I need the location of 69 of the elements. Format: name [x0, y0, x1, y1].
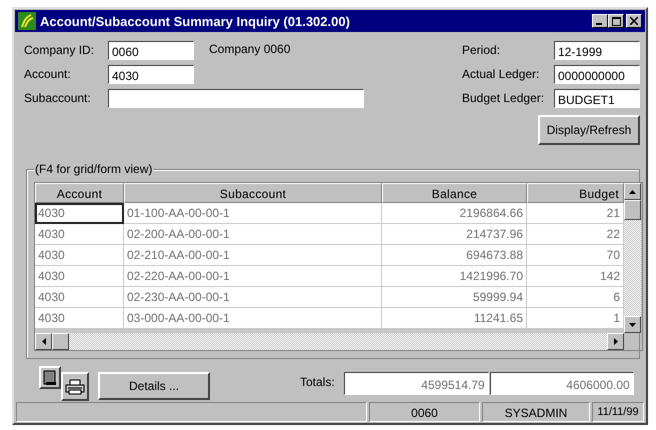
input-field[interactable]: 0000000000	[554, 65, 640, 84]
table-cell[interactable]: 4030	[35, 308, 124, 329]
field-label: Actual Ledger:	[462, 66, 540, 81]
app-icon	[18, 12, 36, 30]
details-button[interactable]: Details ...	[98, 372, 210, 400]
table-cell[interactable]: 01-100-AA-00-00-1	[124, 203, 382, 224]
group-label: (F4 for grid/form view)	[34, 162, 154, 176]
table-cell[interactable]: 11241.65	[382, 308, 527, 329]
close-icon	[630, 17, 638, 25]
field-label: Subaccount:	[24, 90, 92, 105]
input-field[interactable]: 4030	[108, 65, 194, 84]
printer-icon	[65, 378, 85, 394]
table-cell[interactable]: 2196864.66	[382, 203, 527, 224]
status-pane: SYSADMIN	[482, 402, 590, 422]
scroll-thumb[interactable]	[624, 200, 641, 220]
right-arrow-icon[interactable]	[614, 338, 618, 345]
table-cell[interactable]: 70	[527, 245, 624, 266]
column-header[interactable]: Balance	[382, 183, 527, 203]
input-field[interactable]: 12-1999	[554, 41, 640, 60]
column-header[interactable]: Budget	[527, 183, 624, 203]
down-arrow-icon[interactable]	[629, 322, 636, 326]
field-label: Budget Ledger:	[462, 90, 546, 105]
totals-label: Totals:	[300, 375, 335, 389]
close-button[interactable]	[626, 14, 642, 28]
table-cell[interactable]: 02-230-AA-00-00-1	[124, 287, 382, 308]
status-pane: 11/11/99	[592, 402, 644, 422]
column-header[interactable]: Account	[35, 183, 124, 203]
table-cell[interactable]: 22	[527, 224, 624, 245]
maximize-icon	[612, 16, 620, 26]
minimize-button[interactable]	[592, 14, 608, 28]
table-cell[interactable]: 142	[527, 266, 624, 287]
maximize-button[interactable]	[608, 14, 624, 28]
table-cell[interactable]: 694673.88	[382, 245, 527, 266]
table-cell[interactable]: 4030	[35, 224, 124, 245]
scroll-thumb[interactable]	[52, 333, 69, 350]
table-cell[interactable]: 4030	[35, 203, 124, 224]
table-cell[interactable]: 02-210-AA-00-00-1	[124, 245, 382, 266]
field-label: Account:	[24, 66, 72, 81]
column-header[interactable]: Subaccount	[124, 183, 382, 203]
vertical-scrollbar[interactable]	[624, 183, 641, 333]
print-button[interactable]	[61, 372, 89, 401]
table-cell[interactable]: 214737.96	[382, 224, 527, 245]
field-label: Period:	[462, 42, 502, 57]
table-cell[interactable]: 4030	[35, 287, 124, 308]
up-arrow-icon[interactable]	[629, 190, 636, 194]
table-cell[interactable]: 4030	[35, 245, 124, 266]
notes-button[interactable]	[39, 366, 61, 389]
notebook-icon	[43, 370, 57, 386]
total-field: 4599514.79	[344, 372, 489, 395]
table-cell[interactable]: 02-220-AA-00-00-1	[124, 266, 382, 287]
total-field: 4606000.00	[490, 372, 634, 395]
table-cell[interactable]: 4030	[35, 266, 124, 287]
input-field[interactable]: BUDGET1	[554, 89, 640, 108]
display-refresh-button[interactable]: Display/Refresh	[538, 115, 640, 145]
table-cell[interactable]: 03-000-AA-00-00-1	[124, 308, 382, 329]
table-cell[interactable]: 6	[527, 287, 624, 308]
table-cell[interactable]: 21	[527, 203, 624, 224]
input-field[interactable]: 0060	[108, 41, 194, 60]
company-name-text: Company 0060	[209, 41, 290, 56]
table-cell[interactable]: 59999.94	[382, 287, 527, 308]
left-arrow-icon[interactable]	[42, 338, 46, 345]
window-title: Account/Subaccount Summary Inquiry (01.302.00)	[40, 14, 351, 28]
field-label: Company ID:	[24, 42, 96, 57]
table-cell[interactable]: 02-200-AA-00-00-1	[124, 224, 382, 245]
input-field[interactable]	[108, 89, 364, 108]
status-pane: 0060	[369, 402, 480, 422]
horizontal-scrollbar[interactable]	[35, 333, 624, 350]
table-cell[interactable]: 1	[527, 308, 624, 329]
table-cell[interactable]: 1421996.70	[382, 266, 527, 287]
